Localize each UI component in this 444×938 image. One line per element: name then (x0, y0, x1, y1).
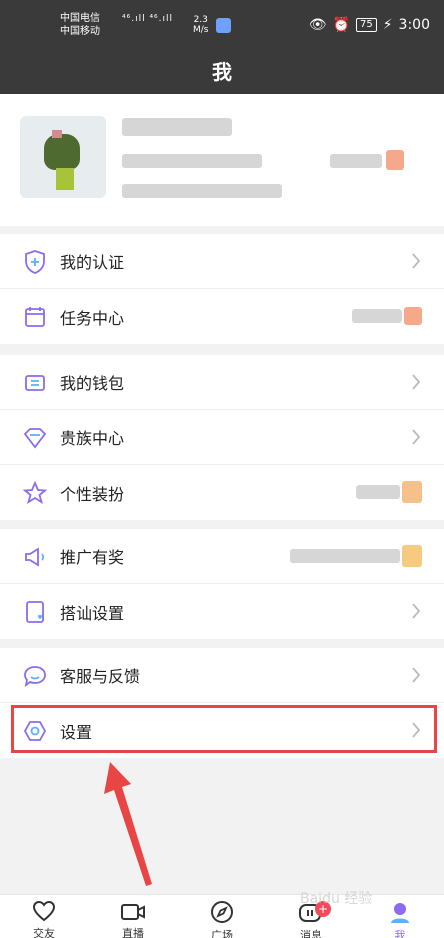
chevron-right-icon (412, 253, 421, 269)
menu-label: 个性装扮 (60, 484, 125, 504)
calendar-icon (25, 307, 45, 327)
megaphone-icon (25, 547, 45, 567)
wallet-icon (25, 375, 45, 391)
tab-label: 我 (394, 929, 406, 938)
task-badge-blurred (404, 307, 422, 325)
status-bar: 中国电信 中国移动 ⁴⁶.ıll ⁴⁶.ıll 2.3 M/s 👁 ⏰ 75 ⚡… (0, 0, 444, 50)
level-blurred (330, 154, 382, 168)
chevron-right-icon (412, 429, 421, 445)
menu-item-customer-service[interactable]: 客服与反馈 (0, 648, 444, 703)
user-id-blurred (122, 154, 262, 168)
decoration-info-blurred (356, 485, 400, 499)
tab-make-friends[interactable]: 交友 (14, 899, 74, 938)
clock: 3:00 (398, 17, 430, 33)
user-info-blurred (122, 184, 282, 198)
menu-item-promotion[interactable]: 推广有奖 (0, 529, 444, 584)
menu-label: 贵族中心 (60, 429, 125, 448)
tab-label: 消息 (300, 929, 322, 938)
alarm-icon: ⏰ (332, 17, 350, 33)
menu-label: 客服与反馈 (60, 667, 141, 686)
carrier-info: 中国电信 中国移动 (60, 12, 100, 38)
menu-item-chatup-settings[interactable]: 搭讪设置 (0, 584, 444, 639)
tab-label: 直播 (122, 927, 144, 938)
chevron-right-icon (412, 374, 421, 390)
tab-square[interactable]: 广场 (192, 899, 252, 938)
settings-highlight-box (11, 705, 437, 753)
promotion-info-blurred (290, 549, 400, 563)
star-icon (22, 480, 48, 504)
network-speed: 2.3 M/s (193, 15, 209, 35)
annotation-arrow (104, 762, 152, 886)
page-title: 我 (0, 50, 444, 94)
decoration-badge-blurred (402, 481, 422, 503)
menu-label: 搭讪设置 (60, 603, 125, 623)
diamond-icon (23, 428, 47, 449)
heart-doc-icon (26, 601, 44, 623)
carrier-1: 中国电信 (60, 13, 100, 24)
tab-label: 交友 (33, 927, 55, 938)
menu-label: 推广有奖 (60, 548, 125, 567)
video-camera-icon (121, 904, 145, 920)
username-blurred (122, 118, 232, 136)
status-right: 👁 ⏰ 75 ⚡ 3:00 (309, 17, 430, 33)
charging-icon: ⚡ (382, 17, 393, 33)
watermark: Baidu 经验 (300, 891, 373, 907)
chevron-right-icon (412, 603, 421, 619)
menu-item-decoration[interactable]: 个性装扮 (0, 465, 444, 520)
chat-bubble-icon (24, 666, 46, 688)
menu-group-3: 推广有奖 搭讪设置 (0, 529, 444, 639)
task-info-blurred (352, 309, 402, 323)
shield-plus-icon (25, 250, 45, 274)
tab-live[interactable]: 直播 (103, 899, 163, 938)
menu-group-2: 我的钱包 贵族中心 个性装扮 (0, 355, 444, 520)
heart-icon (32, 900, 56, 922)
menu-label: 任务中心 (60, 308, 125, 328)
menu-group-1: 我的认证 任务中心 (0, 234, 444, 344)
menu-item-wallet[interactable]: 我的钱包 (0, 355, 444, 410)
menu-label: 我的认证 (60, 253, 125, 272)
menu-label: 我的钱包 (60, 374, 125, 393)
tab-label: 广场 (211, 929, 233, 938)
level-badge-blurred (386, 150, 404, 170)
menu-item-noble-center[interactable]: 贵族中心 (0, 410, 444, 465)
menu-item-task-center[interactable]: 任务中心 (0, 289, 444, 344)
app-notification-icon (216, 18, 231, 33)
chevron-right-icon (412, 667, 421, 683)
network-signal: ⁴⁶.ıll ⁴⁶.ıll (122, 14, 174, 24)
eye-icon: 👁 (308, 17, 327, 33)
menu-item-certification[interactable]: 我的认证 (0, 234, 444, 289)
compass-icon (211, 901, 233, 923)
battery-icon: 75 (355, 18, 377, 32)
carrier-2: 中国移动 (60, 26, 100, 37)
profile-card[interactable] (0, 94, 444, 226)
promotion-badge-blurred (402, 545, 422, 567)
avatar[interactable] (20, 116, 106, 198)
